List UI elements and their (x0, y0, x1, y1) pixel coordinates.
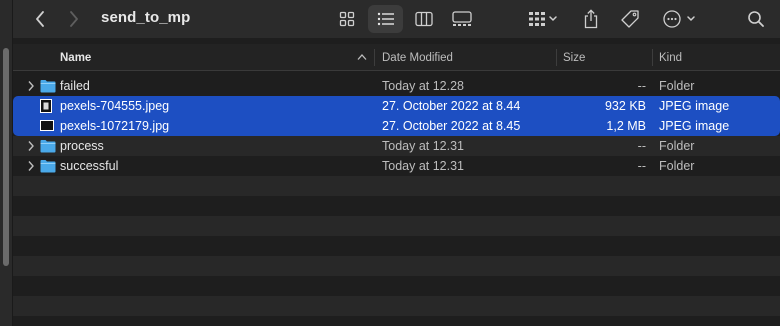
folder-icon (40, 140, 56, 153)
columns-icon (415, 11, 433, 27)
file-name: pexels-704555.jpeg (60, 99, 170, 113)
file-date: Today at 12.28 (382, 79, 465, 93)
gallery-view-button[interactable] (449, 5, 475, 33)
size-column-header[interactable]: Size (563, 44, 585, 71)
more-actions-button[interactable] (660, 5, 700, 33)
file-row-successful[interactable]: successful Today at 12.31 -- Folder (13, 156, 780, 176)
search-button[interactable] (744, 5, 768, 33)
file-name: pexels-1072179.jpg (60, 119, 170, 133)
grid-icon (339, 11, 355, 27)
file-row-failed[interactable]: failed Today at 12.28 -- Folder (13, 76, 780, 96)
file-size: -- (637, 79, 646, 93)
disclosure-chevron-icon[interactable] (27, 140, 35, 152)
empty-row (13, 296, 780, 316)
file-list: failed Today at 12.28 -- Folder pexels-7… (13, 76, 780, 176)
empty-row (13, 276, 780, 296)
name-column-label: Name (60, 51, 92, 64)
column-divider[interactable] (556, 49, 557, 66)
column-divider[interactable] (652, 49, 653, 66)
icon-view-button[interactable] (334, 5, 360, 33)
folder-icon (40, 80, 56, 93)
gallery-icon (452, 11, 472, 26)
file-date: 27. October 2022 at 8.44 (382, 99, 521, 113)
ellipsis-circle-icon (663, 10, 695, 28)
forward-button[interactable] (62, 7, 86, 31)
file-kind: JPEG image (659, 99, 730, 113)
empty-row (13, 256, 780, 276)
tags-button[interactable] (617, 5, 643, 33)
file-row-pexels-704555[interactable]: pexels-704555.jpeg 27. October 2022 at 8… (13, 96, 780, 116)
file-name: successful (60, 159, 119, 173)
date-modified-column-header[interactable]: Date Modified (382, 44, 453, 71)
image-file-icon (40, 120, 54, 131)
disclosure-chevron-icon[interactable] (27, 80, 35, 92)
list-icon (377, 12, 394, 26)
file-date: Today at 12.31 (382, 139, 465, 153)
column-view-button[interactable] (411, 5, 437, 33)
search-icon (748, 11, 764, 27)
chevron-right-icon (70, 11, 78, 27)
file-kind: Folder (659, 79, 695, 93)
empty-row (13, 236, 780, 256)
empty-row (13, 316, 780, 326)
disclosure-chevron-icon[interactable] (27, 160, 35, 172)
group-icon (529, 12, 557, 26)
share-button[interactable] (579, 5, 603, 33)
file-row-process[interactable]: process Today at 12.31 -- Folder (13, 136, 780, 156)
group-by-button[interactable] (525, 5, 561, 33)
toolbar: send_to_mp (13, 0, 780, 38)
image-file-icon (40, 99, 52, 113)
kind-column-header[interactable]: Kind (659, 44, 682, 71)
list-view-button[interactable] (368, 5, 403, 33)
file-kind: JPEG image (659, 119, 730, 133)
empty-row (13, 196, 780, 216)
empty-row (13, 176, 780, 196)
sidebar-scrollbar[interactable] (3, 48, 9, 266)
file-size: 932 KB (604, 99, 646, 113)
folder-icon (40, 160, 56, 173)
column-divider[interactable] (374, 49, 375, 66)
column-header: Name Date Modified Size Kind (13, 44, 780, 71)
file-name: process (60, 139, 104, 153)
back-button[interactable] (28, 7, 52, 31)
file-date: Today at 12.31 (382, 159, 465, 173)
file-size: -- (637, 139, 646, 153)
file-size: -- (637, 159, 646, 173)
file-kind: Folder (659, 139, 695, 153)
window-title: send_to_mp (101, 9, 191, 26)
file-date: 27. October 2022 at 8.45 (382, 119, 521, 133)
tag-icon (621, 10, 639, 28)
file-size: 1,2 MB (606, 119, 646, 133)
file-name: failed (60, 79, 90, 93)
file-kind: Folder (659, 159, 695, 173)
chevron-left-icon (36, 11, 44, 27)
chevron-up-icon (357, 54, 367, 60)
empty-row (13, 216, 780, 236)
sidebar-edge (0, 0, 13, 326)
share-icon (584, 9, 598, 29)
file-row-pexels-1072179[interactable]: pexels-1072179.jpg 27. October 2022 at 8… (13, 116, 780, 136)
